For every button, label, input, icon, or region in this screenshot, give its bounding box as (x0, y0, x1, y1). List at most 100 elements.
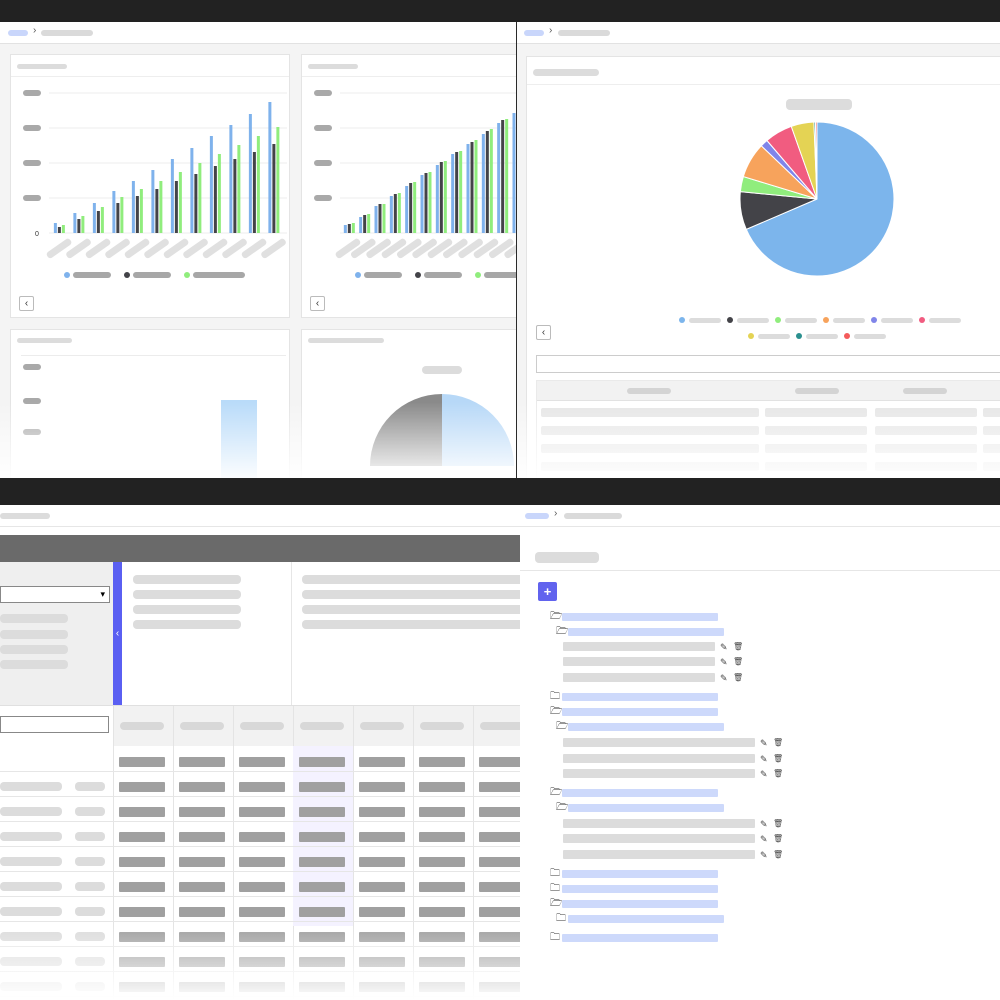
grid-cell[interactable] (419, 857, 465, 867)
column-header[interactable] (420, 722, 464, 730)
tree-folder-label[interactable] (568, 628, 724, 636)
folder-open-icon[interactable]: 🗁 (556, 627, 568, 637)
grid-cell[interactable] (479, 782, 520, 792)
grid-cell[interactable] (359, 907, 405, 917)
grid-cell[interactable] (299, 907, 345, 917)
tree-folder-label[interactable] (562, 934, 718, 942)
grid-cell[interactable] (299, 882, 345, 892)
trash-icon[interactable]: 🗑 (773, 850, 783, 860)
grid-cell[interactable] (479, 857, 520, 867)
folder-icon[interactable]: 🗀 (556, 914, 566, 924)
tree-leaf-label[interactable] (563, 673, 715, 682)
grid-cell[interactable] (179, 907, 225, 917)
search-input[interactable] (536, 355, 1000, 373)
grid-cell[interactable] (239, 982, 285, 992)
grid-cell[interactable] (419, 982, 465, 992)
legend-label[interactable] (881, 318, 913, 323)
grid-cell[interactable] (479, 882, 520, 892)
grid-cell[interactable] (419, 782, 465, 792)
column-header[interactable] (120, 722, 164, 730)
column-header[interactable] (180, 722, 224, 730)
grid-cell[interactable] (179, 882, 225, 892)
folder-open-icon[interactable]: 🗁 (550, 707, 562, 717)
tree-folder-label[interactable] (562, 870, 718, 878)
pie-prev-button[interactable]: ‹ (536, 325, 551, 340)
tree-folder-label[interactable] (562, 789, 718, 797)
trash-icon[interactable]: 🗑 (773, 769, 783, 779)
filter-select[interactable]: ▾ (0, 586, 110, 603)
grid-cell[interactable] (419, 957, 465, 967)
grid-cell[interactable] (239, 832, 285, 842)
grid-cell[interactable] (359, 932, 405, 942)
tree-leaf-label[interactable] (563, 738, 755, 747)
grid-cell[interactable] (239, 807, 285, 817)
edit-icon[interactable]: ✎ (720, 657, 728, 667)
grid-cell[interactable] (359, 807, 405, 817)
grid-cell[interactable] (479, 982, 520, 992)
trash-icon[interactable]: 🗑 (733, 642, 743, 652)
grid-cell[interactable] (179, 857, 225, 867)
edit-icon[interactable]: ✎ (760, 738, 768, 748)
column-header[interactable] (480, 722, 520, 730)
tree-leaf-label[interactable] (563, 850, 755, 859)
legend-label[interactable] (806, 334, 838, 339)
grid-cell[interactable] (359, 857, 405, 867)
grid-cell[interactable] (479, 932, 520, 942)
grid-cell[interactable] (479, 757, 520, 767)
grid-cell[interactable] (419, 907, 465, 917)
folder-open-icon[interactable]: 🗁 (556, 803, 568, 813)
chart-prev-button[interactable]: ‹ (310, 296, 325, 311)
tree-folder-label[interactable] (562, 885, 718, 893)
tree-leaf-label[interactable] (563, 642, 715, 651)
breadcrumb-home[interactable] (525, 513, 549, 519)
breadcrumb-home[interactable] (524, 30, 544, 36)
tree-folder-label[interactable] (562, 613, 718, 621)
grid-cell[interactable] (299, 757, 345, 767)
grid-cell[interactable] (479, 832, 520, 842)
grid-cell[interactable] (179, 932, 225, 942)
trash-icon[interactable]: 🗑 (733, 657, 743, 667)
tree-leaf-label[interactable] (563, 819, 755, 828)
grid-cell[interactable] (359, 757, 405, 767)
tree-folder-label[interactable] (562, 708, 718, 716)
grid-cell[interactable] (239, 932, 285, 942)
add-node-button[interactable]: + (538, 582, 557, 601)
edit-icon[interactable]: ✎ (760, 850, 768, 860)
grid-cell[interactable] (119, 857, 165, 867)
grid-cell[interactable] (239, 757, 285, 767)
grid-cell[interactable] (359, 882, 405, 892)
edit-icon[interactable]: ✎ (720, 673, 728, 683)
grid-cell[interactable] (419, 757, 465, 767)
grid-cell[interactable] (239, 857, 285, 867)
trash-icon[interactable]: 🗑 (773, 738, 783, 748)
legend-label[interactable] (737, 318, 769, 323)
grid-cell[interactable] (119, 957, 165, 967)
edit-icon[interactable]: ✎ (720, 642, 728, 652)
legend-label[interactable] (785, 318, 817, 323)
edit-icon[interactable]: ✎ (760, 769, 768, 779)
grid-cell[interactable] (119, 832, 165, 842)
folder-icon[interactable]: 🗀 (550, 869, 560, 879)
grid-cell[interactable] (239, 882, 285, 892)
folder-icon[interactable]: 🗀 (550, 692, 560, 702)
tree-leaf-label[interactable] (563, 769, 755, 778)
grid-cell[interactable] (419, 882, 465, 892)
grid-cell[interactable] (299, 857, 345, 867)
grid-cell[interactable] (299, 782, 345, 792)
grid-cell[interactable] (179, 807, 225, 817)
grid-cell[interactable] (479, 907, 520, 917)
grid-cell[interactable] (119, 807, 165, 817)
trash-icon[interactable]: 🗑 (773, 834, 783, 844)
column-header[interactable] (360, 722, 404, 730)
grid-cell[interactable] (119, 782, 165, 792)
grid-cell[interactable] (479, 957, 520, 967)
edit-icon[interactable]: ✎ (760, 834, 768, 844)
trash-icon[interactable]: 🗑 (773, 819, 783, 829)
tree-folder-label[interactable] (568, 723, 724, 731)
column-header[interactable] (240, 722, 284, 730)
grid-cell[interactable] (419, 832, 465, 842)
grid-cell[interactable] (359, 982, 405, 992)
folder-open-icon[interactable]: 🗁 (550, 788, 562, 798)
grid-cell[interactable] (299, 807, 345, 817)
legend-label[interactable] (689, 318, 721, 323)
